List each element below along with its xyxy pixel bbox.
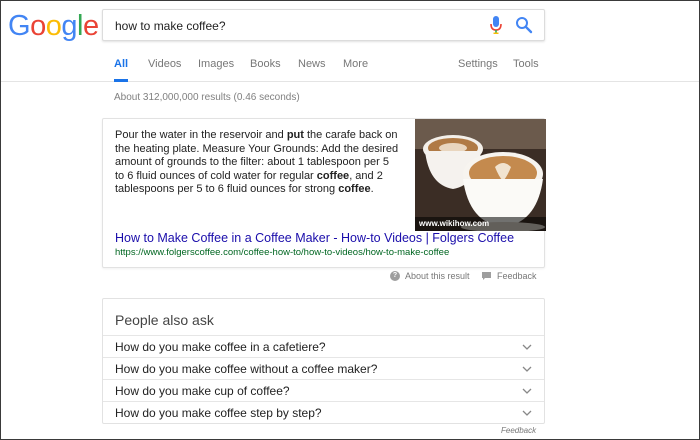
logo-letter: o bbox=[30, 10, 46, 42]
search-input[interactable] bbox=[115, 17, 475, 35]
result-stats: About 312,000,000 results (0.46 seconds) bbox=[114, 92, 300, 103]
snippet-text-run: . bbox=[370, 183, 374, 195]
paa-question-label: How do you make coffee step by step? bbox=[115, 406, 322, 420]
chevron-down-icon bbox=[522, 366, 532, 372]
snippet-bold-text: coffee bbox=[338, 183, 371, 195]
paa-question-label: How do you make coffee without a coffee … bbox=[115, 362, 378, 376]
search-tabs: All Videos Images Books News More Settin… bbox=[0, 52, 700, 82]
featured-snippet: Pour the water in the reservoir and put … bbox=[102, 118, 546, 268]
search-header: Google All Videos Images Books News More… bbox=[0, 0, 700, 82]
paa-question-label: How do you make coffee in a cafetiere? bbox=[115, 340, 326, 354]
search-icon[interactable] bbox=[515, 16, 533, 34]
paa-question[interactable]: How do you make coffee step by step? bbox=[103, 401, 544, 423]
tab-videos[interactable]: Videos bbox=[148, 58, 181, 82]
coffee-cups-illustration bbox=[415, 119, 546, 231]
paa-question[interactable]: How do you make coffee in a cafetiere? bbox=[103, 335, 544, 357]
feedback-link[interactable]: Feedback bbox=[497, 271, 537, 281]
paa-feedback-link[interactable]: Feedback bbox=[501, 426, 536, 435]
tab-settings[interactable]: Settings bbox=[458, 58, 498, 82]
paa-question[interactable]: How do you make cup of coffee? bbox=[103, 379, 544, 401]
coffee-image[interactable]: www.wikihow.com bbox=[415, 119, 546, 231]
feedback-flag-icon[interactable] bbox=[482, 272, 491, 280]
logo-letter: g bbox=[61, 10, 77, 42]
result-link[interactable]: How to Make Coffee in a Coffee Maker - H… bbox=[115, 231, 514, 245]
tab-books[interactable]: Books bbox=[250, 58, 281, 82]
paa-title: People also ask bbox=[115, 312, 214, 328]
people-also-ask: People also ask How do you make coffee i… bbox=[102, 298, 545, 424]
tab-news[interactable]: News bbox=[298, 58, 326, 82]
tab-more[interactable]: More bbox=[343, 58, 368, 82]
logo-letter: o bbox=[45, 10, 62, 42]
result-url: https://www.folgerscoffee.com/coffee-how… bbox=[115, 247, 450, 258]
logo-letter: G bbox=[8, 10, 31, 42]
about-this-result-link[interactable]: About this result bbox=[405, 271, 470, 281]
snippet-text: Pour the water in the reservoir and put … bbox=[115, 129, 400, 197]
paa-question-label: How do you make cup of coffee? bbox=[115, 384, 290, 398]
snippet-bold-text: coffee bbox=[316, 169, 350, 182]
search-box[interactable] bbox=[102, 9, 545, 41]
snippet-bold-text: put bbox=[286, 129, 304, 141]
logo-letter: e bbox=[82, 10, 99, 42]
chevron-down-icon bbox=[522, 344, 532, 350]
chevron-down-icon bbox=[522, 410, 532, 416]
google-logo[interactable]: Google bbox=[8, 10, 99, 43]
snippet-text-run: Pour the water in the reservoir and bbox=[115, 129, 287, 141]
image-source-label: www.wikihow.com bbox=[419, 219, 490, 228]
chevron-down-icon bbox=[522, 388, 532, 394]
microphone-icon[interactable] bbox=[489, 16, 503, 34]
paa-question[interactable]: How do you make coffee without a coffee … bbox=[103, 357, 544, 379]
tab-all[interactable]: All bbox=[114, 58, 129, 82]
tab-images[interactable]: Images bbox=[198, 58, 234, 82]
tab-tools[interactable]: Tools bbox=[513, 58, 539, 82]
question-icon[interactable]: ? bbox=[390, 271, 400, 281]
